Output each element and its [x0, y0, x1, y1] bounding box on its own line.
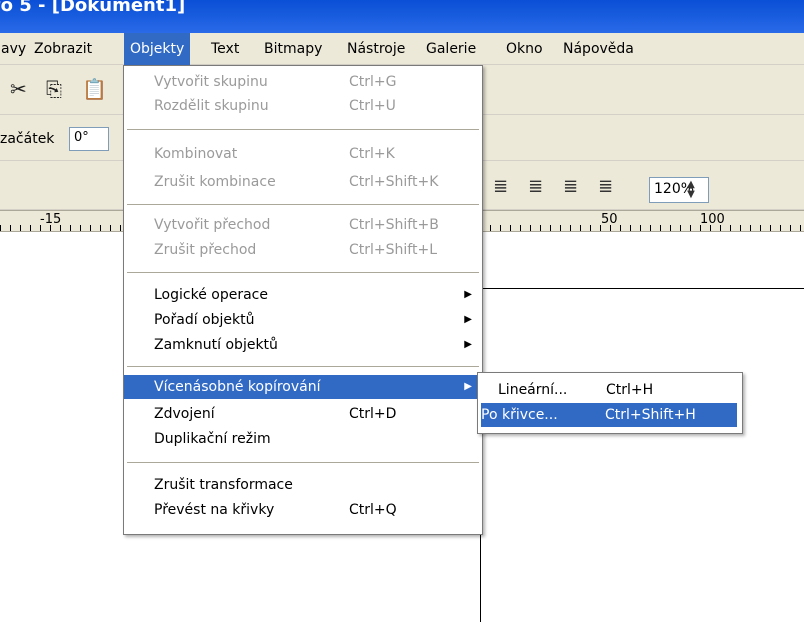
menu-separator: [127, 204, 479, 205]
start-label: začátek: [0, 131, 55, 147]
menu-text[interactable]: Text: [205, 33, 245, 65]
menu-item-poradi-objektu[interactable]: Pořadí objektů ▶: [124, 308, 482, 332]
menu-item-shortcut: Ctrl+D: [349, 406, 397, 422]
menu-separator: [127, 129, 479, 130]
menu-item-label: Logické operace: [154, 287, 268, 303]
menu-item-label: Zrušit transformace: [154, 477, 293, 493]
paste-icon[interactable]: 📋: [82, 77, 107, 101]
menu-item-zrusit-prechod[interactable]: Zrušit přechod Ctrl+Shift+L: [124, 238, 482, 262]
menu-item-shortcut: Ctrl+G: [349, 74, 397, 90]
vicenasobne-kopirovani-submenu: Lineární... Ctrl+H Po křivce... Ctrl+Shi…: [477, 372, 743, 434]
menu-item-label: Zamknutí objektů: [154, 337, 278, 353]
align-right-icon[interactable]: ≣: [563, 177, 583, 197]
menu-bar: avy Zobrazit Objekty Text Bitmapy Nástro…: [0, 33, 804, 65]
menu-item-prevest-na-krivky[interactable]: Převést na křivky Ctrl+Q: [124, 498, 482, 522]
menu-item-vytvorit-skupinu[interactable]: Vytvořit skupinu Ctrl+G: [124, 70, 482, 94]
window-title: to 5 - [Dokument1]: [0, 0, 186, 16]
menu-item-shortcut: Ctrl+U: [349, 98, 396, 114]
menu-item-zdvojeni[interactable]: Zdvojení Ctrl+D: [124, 402, 482, 426]
copy-icon[interactable]: ⎘: [46, 77, 62, 101]
submenu-arrow-icon: ▶: [464, 314, 472, 325]
menu-item-label: Převést na křivky: [154, 502, 275, 518]
submenu-arrow-icon: ▶: [464, 289, 472, 300]
menu-item-shortcut: Ctrl+H: [606, 382, 654, 398]
menu-item-label: Pořadí objektů: [154, 312, 255, 328]
submenu-item-po-krivce[interactable]: Po křivce... Ctrl+Shift+H: [481, 403, 737, 427]
menu-separator: [127, 366, 479, 367]
menu-nastroje[interactable]: Nástroje: [341, 33, 411, 65]
menu-item-label: Rozdělit skupinu: [154, 98, 269, 114]
menu-galerie[interactable]: Galerie: [420, 33, 482, 65]
title-bar: to 5 - [Dokument1]: [0, 0, 804, 33]
menu-item-vicenasobne-kopirovani[interactable]: Vícenásobné kopírování ▶: [124, 375, 482, 399]
menu-separator: [127, 462, 479, 463]
menu-item-vytvorit-prechod[interactable]: Vytvořit přechod Ctrl+Shift+B: [124, 213, 482, 237]
submenu-item-linearni[interactable]: Lineární... Ctrl+H: [478, 378, 742, 402]
start-angle-field[interactable]: 0°: [69, 127, 109, 151]
submenu-arrow-icon: ▶: [464, 339, 472, 350]
menu-item-shortcut: Ctrl+Shift+K: [349, 174, 439, 190]
menu-item-shortcut: Ctrl+Q: [349, 502, 397, 518]
page-border-top: [480, 288, 804, 289]
menu-item-label: Kombinovat: [154, 146, 238, 162]
menu-item-label: Vytvořit skupinu: [154, 74, 268, 90]
menu-item-zrusit-transformace[interactable]: Zrušit transformace: [124, 473, 482, 497]
menu-item-shortcut: Ctrl+K: [349, 146, 395, 162]
align-justify-icon[interactable]: ≣: [598, 177, 618, 197]
menu-item-label: Zdvojení: [154, 406, 215, 422]
menu-item-label: Zrušit kombinace: [154, 174, 276, 190]
menu-napoveda[interactable]: Nápověda: [557, 33, 640, 65]
menu-item-label: Po křivce...: [481, 407, 558, 423]
menu-okno[interactable]: Okno: [500, 33, 549, 65]
menu-item-label: Vytvořit přechod: [154, 217, 271, 233]
menu-item-label: Zrušit přechod: [154, 242, 257, 258]
align-left-icon[interactable]: ≣: [493, 177, 513, 197]
menu-item-zamknuti-objektu[interactable]: Zamknutí objektů ▶: [124, 333, 482, 357]
cut-icon[interactable]: ✂: [10, 77, 27, 101]
submenu-arrow-icon: ▶: [464, 381, 472, 392]
menu-zobrazit[interactable]: Zobrazit: [28, 33, 98, 65]
menu-objekty[interactable]: Objekty: [124, 33, 191, 65]
objekty-menu: Vytvořit skupinu Ctrl+G Rozdělit skupinu…: [123, 65, 483, 535]
menu-item-label: Lineární...: [498, 382, 568, 398]
menu-item-kombinovat[interactable]: Kombinovat Ctrl+K: [124, 142, 482, 166]
menu-item-shortcut: Ctrl+Shift+H: [605, 407, 696, 423]
menu-bitmapy[interactable]: Bitmapy: [258, 33, 328, 65]
menu-item-shortcut: Ctrl+Shift+B: [349, 217, 439, 233]
menu-item-duplikacni-rezim[interactable]: Duplikační režim: [124, 427, 482, 451]
align-center-icon[interactable]: ≣: [528, 177, 548, 197]
menu-item-shortcut: Ctrl+Shift+L: [349, 242, 437, 258]
menu-item-zrusit-kombinace[interactable]: Zrušit kombinace Ctrl+Shift+K: [124, 170, 482, 194]
menu-item-rozdelit-skupinu[interactable]: Rozdělit skupinu Ctrl+U: [124, 94, 482, 118]
menu-separator: [127, 272, 479, 273]
zoom-spinner[interactable]: ▲ ▼: [678, 180, 704, 200]
menu-item-label: Vícenásobné kopírování: [154, 379, 321, 395]
menu-item-label: Duplikační režim: [154, 431, 271, 447]
menu-item-logicke-operace[interactable]: Logické operace ▶: [124, 283, 482, 307]
